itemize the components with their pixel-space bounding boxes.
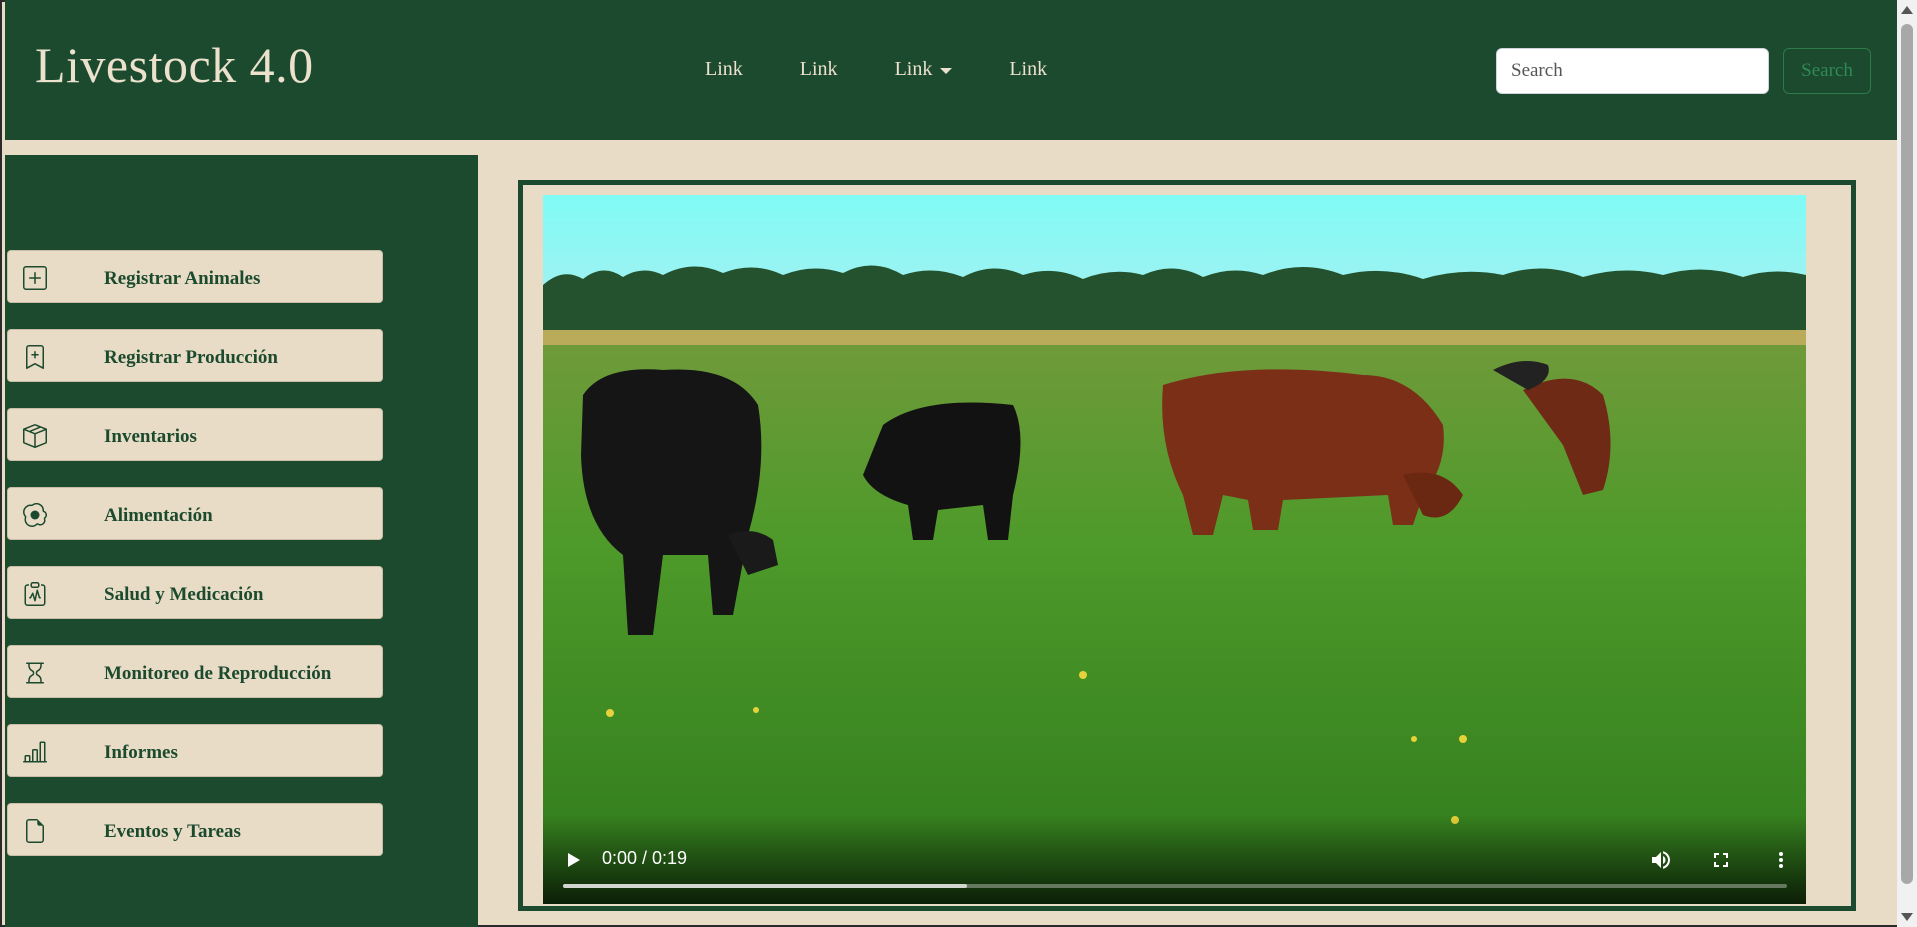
scroll-down-arrow-icon[interactable]: [1901, 913, 1913, 921]
scroll-thumb[interactable]: [1901, 24, 1913, 884]
sidebar-item-label: Monitoreo de Reproducción: [104, 663, 332, 684]
nav-dropdown-label: Link: [894, 58, 933, 80]
video-frame-cows-grazing: [543, 195, 1806, 904]
search-input[interactable]: [1496, 48, 1769, 94]
sidebar-item-alimentacion[interactable]: Alimentación: [7, 487, 383, 540]
box-icon: [22, 423, 48, 449]
sidebar-item-informes[interactable]: Informes: [7, 724, 383, 777]
sidebar-item-registrar-produccion[interactable]: Registrar Producción: [7, 329, 383, 382]
video-time: 0:00 / 0:19: [602, 848, 688, 868]
sidebar-item-registrar-animales[interactable]: Registrar Animales: [7, 250, 383, 303]
video-player[interactable]: 0:00 / 0:19: [543, 195, 1806, 904]
sidebar: Registrar Animales Registrar Producción …: [5, 155, 478, 927]
nav-link-1[interactable]: Link: [705, 58, 743, 81]
nav-dropdown[interactable]: Link: [895, 58, 953, 81]
video-controls: 0:00 / 0:19: [543, 814, 1806, 904]
clipboard-pulse-icon: [22, 581, 48, 607]
sidebar-item-label: Registrar Animales: [104, 268, 261, 289]
scroll-up-arrow-icon[interactable]: [1901, 6, 1913, 14]
fullscreen-icon[interactable]: [1709, 848, 1733, 872]
file-icon: [22, 818, 48, 844]
more-options-icon[interactable]: [1769, 848, 1793, 872]
sidebar-item-monitoreo-reproduccion[interactable]: Monitoreo de Reproducción: [7, 645, 383, 698]
nav-link-1-label: Link: [705, 58, 743, 80]
sidebar-item-inventarios[interactable]: Inventarios: [7, 408, 383, 461]
sidebar-item-label: Eventos y Tareas: [104, 821, 241, 842]
sidebar-item-eventos-tareas[interactable]: Eventos y Tareas: [7, 803, 383, 856]
egg-fried-icon: [22, 502, 48, 528]
play-icon[interactable]: [563, 850, 583, 870]
nav-links: Link Link Link Link: [705, 58, 1104, 81]
nav-link-4-label: Link: [1009, 58, 1048, 80]
video-buffered-bar: [563, 884, 967, 888]
page-scrollbar[interactable]: [1897, 0, 1917, 927]
sidebar-item-label: Registrar Producción: [104, 347, 278, 368]
sidebar-item-label: Inventarios: [104, 426, 197, 447]
bookmark-plus-icon: [22, 344, 48, 370]
bar-chart-icon: [22, 739, 48, 765]
video-container: 0:00 / 0:19: [518, 180, 1856, 911]
navbar: Livestock 4.0 Link Link Link Link Search: [5, 0, 1897, 140]
plus-square-icon: [22, 265, 48, 291]
sidebar-item-label: Alimentación: [104, 505, 213, 526]
nav-link-4[interactable]: Link: [1009, 58, 1047, 81]
nav-link-2[interactable]: Link: [800, 58, 838, 81]
caret-down-icon: [940, 67, 953, 74]
sidebar-item-label: Informes: [104, 742, 178, 763]
hourglass-icon: [22, 660, 48, 686]
sidebar-item-salud-medicacion[interactable]: Salud y Medicación: [7, 566, 383, 619]
brand-title[interactable]: Livestock 4.0: [35, 36, 314, 94]
volume-icon[interactable]: [1649, 848, 1673, 872]
nav-link-2-label: Link: [799, 58, 838, 80]
search-button[interactable]: Search: [1783, 48, 1871, 94]
video-progress-bar[interactable]: [563, 884, 1787, 888]
sidebar-item-label: Salud y Medicación: [104, 584, 264, 605]
